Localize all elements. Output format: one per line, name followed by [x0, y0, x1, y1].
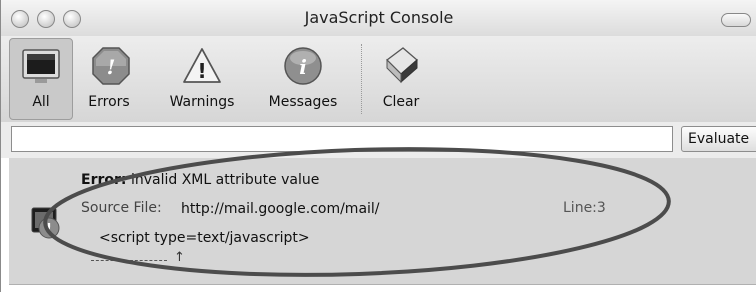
toolbar-clear-button[interactable]: Clear [373, 36, 429, 122]
toolbar-separator [361, 44, 363, 114]
svg-text:!: ! [197, 59, 206, 83]
eraser-icon [386, 47, 418, 84]
monitor-icon [22, 49, 60, 83]
toolbar-all-button[interactable]: All [9, 36, 73, 122]
toolbar-warnings-button[interactable]: ! Warnings [161, 36, 243, 122]
annotation-ellipse [43, 147, 671, 277]
toolbar-errors-label: Errors [88, 94, 130, 110]
info-icon: i [284, 47, 322, 85]
javascript-console-window: JavaScript Console All ! Errors ! Warnin… [0, 0, 756, 292]
error-stop-icon: ! [92, 47, 130, 85]
toolbar-warnings-label: Warnings [169, 94, 235, 110]
toolbar-errors-button[interactable]: ! Errors [79, 36, 139, 122]
evaluate-button[interactable]: Evaluate [681, 126, 756, 152]
toolbar-clear-label: Clear [382, 94, 420, 110]
svg-text:i: i [299, 55, 307, 79]
toolbar-toggle-button[interactable] [721, 13, 751, 27]
title-bar: JavaScript Console [1, 0, 756, 37]
warning-triangle-icon: ! [183, 48, 221, 83]
toolbar-messages-button[interactable]: i Messages [263, 36, 343, 122]
toolbar: All ! Errors ! Warnings i Messages Clear [1, 36, 756, 123]
svg-text:!: ! [107, 55, 116, 79]
toolbar-messages-label: Messages [268, 94, 338, 110]
toolbar-all-label: All [32, 94, 50, 110]
window-title: JavaScript Console [304, 8, 454, 27]
